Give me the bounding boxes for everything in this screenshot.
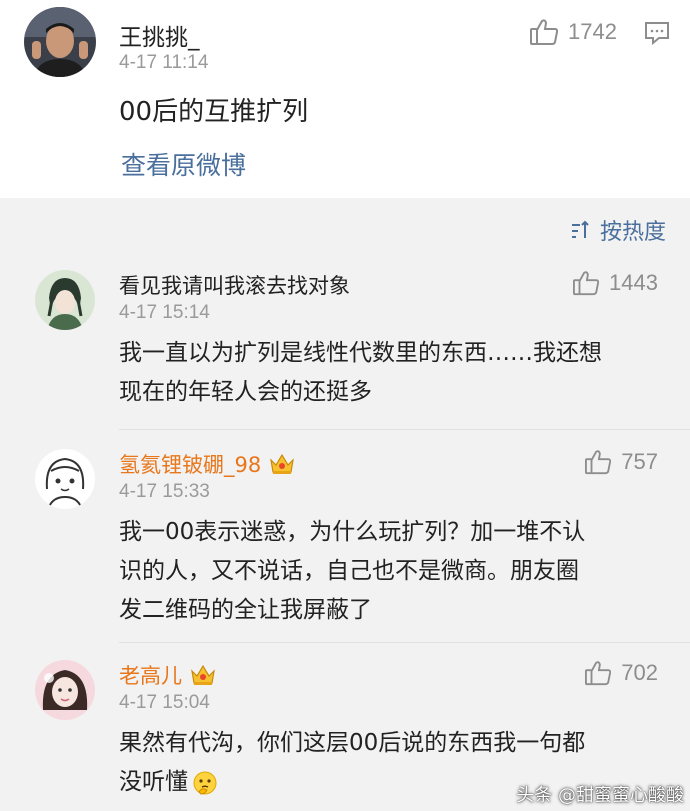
thinking-emoji-icon [193, 771, 217, 795]
comment-like-button[interactable]: 757 [584, 449, 658, 475]
comment-item: 看见我请叫我滚去找对象 4-17 15:14 1443 我一直以为扩列是线性代数… [0, 262, 690, 430]
watermark: 头条 @甜蜜蜜心酸酸 [516, 785, 684, 806]
comment-like-count: 702 [621, 660, 658, 685]
post-author-name[interactable]: 王挑挑_ [119, 18, 200, 52]
thumbs-up-icon [530, 19, 559, 45]
comment-text-line: 识的人，又不说话，自己也不是微商。朋友圈 [119, 558, 579, 584]
comment-like-button[interactable]: 702 [584, 660, 658, 686]
comment-text: 我一直以为扩列是线性代数里的东西……我还想 现在的年轻人会的还挺多 [119, 334, 659, 412]
thumbs-up-icon [585, 661, 612, 686]
crown-icon [270, 453, 295, 474]
comment-text-line: 果然有代沟，你们这层00后说的东西我一句都 [119, 730, 586, 756]
comment-text-line: 现在的年轻人会的还挺多 [119, 379, 372, 405]
comment-author-name[interactable]: 看见我请叫我滚去找对象 [119, 270, 350, 300]
comment-avatar[interactable] [35, 449, 95, 509]
comment-button[interactable] [644, 20, 670, 50]
comment-like-count: 757 [621, 449, 658, 474]
comment-timestamp: 4-17 15:33 [119, 481, 210, 502]
view-original-link[interactable]: 查看原微博 [121, 146, 246, 182]
sort-by-hot-button[interactable]: 按热度 [570, 214, 666, 246]
comment-like-button[interactable]: 1443 [572, 270, 658, 296]
crown-icon [191, 664, 215, 685]
divider [119, 642, 690, 643]
comment-author-name[interactable]: 老高儿 [119, 660, 216, 690]
sort-label: 按热度 [599, 220, 666, 245]
comment-author-name[interactable]: 氢氦锂铍硼_98 [119, 449, 295, 479]
comment-text-line: 我一直以为扩列是线性代数里的东西……我还想 [119, 340, 602, 366]
comment-text: 我一00表示迷惑，为什么玩扩列？加一堆不认 识的人，又不说话，自己也不是微商。朋… [119, 513, 659, 630]
post-like-button[interactable]: 1742 [529, 18, 617, 46]
comment-like-count: 1443 [609, 270, 658, 295]
thumbs-up-icon [585, 450, 612, 475]
comment-item: 氢氦锂铍硼_98 4-17 15:33 757 我一00表示迷惑，为什么玩扩列？… [0, 441, 690, 643]
divider [119, 429, 690, 430]
comment-timestamp: 4-17 15:14 [119, 302, 210, 323]
post-author-avatar[interactable] [24, 7, 96, 77]
post-like-count: 1742 [568, 19, 617, 44]
comment-timestamp: 4-17 15:04 [119, 692, 210, 713]
comment-text-line: 我一00表示迷惑，为什么玩扩列？加一堆不认 [119, 519, 586, 545]
post-text: 00后的互推扩列 [119, 97, 309, 127]
comment-avatar[interactable] [35, 270, 95, 330]
comment-icon [645, 22, 669, 46]
comment-text-line: 发二维码的全让我屏蔽了 [119, 597, 372, 623]
comment-avatar[interactable] [35, 660, 95, 720]
post-timestamp: 4-17 11:14 [119, 52, 209, 73]
thumbs-up-icon [573, 271, 600, 296]
sort-icon [571, 220, 589, 238]
original-post: 王挑挑_ 4-17 11:14 00后的互推扩列 查看原微博 1742 [0, 0, 690, 198]
